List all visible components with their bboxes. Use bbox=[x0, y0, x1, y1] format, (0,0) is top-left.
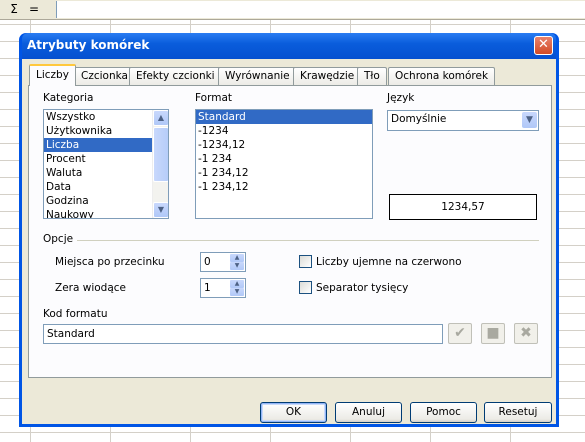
tab-panel-liczby: Kategoria Wszystko Użytkownika Liczba Pr… bbox=[28, 85, 552, 378]
thousands-separator-label: Separator tysięcy bbox=[316, 282, 409, 294]
dialog-title: Atrybuty komórek bbox=[27, 38, 150, 52]
tab-krawedzie[interactable]: Krawędzie bbox=[293, 67, 362, 85]
format-label: Format bbox=[195, 92, 233, 104]
category-label: Kategoria bbox=[43, 92, 94, 104]
decimal-places-value: 0 bbox=[204, 256, 211, 268]
decimal-places-label: Miejsca po przecinku bbox=[55, 256, 165, 268]
tab-wyrownanie[interactable]: Wyrównanie bbox=[218, 67, 297, 85]
list-item[interactable]: Standard bbox=[196, 110, 372, 124]
equals-button[interactable]: = bbox=[24, 1, 44, 18]
thousands-separator-checkbox[interactable] bbox=[299, 281, 312, 294]
reset-button[interactable]: Resetuj bbox=[484, 402, 552, 423]
close-button[interactable]: ✕ bbox=[534, 36, 553, 55]
leading-zeros-label: Zera wiodące bbox=[55, 282, 127, 294]
format-preview: 1234,57 bbox=[389, 194, 537, 220]
dialog-titlebar[interactable]: Atrybuty komórek ✕ bbox=[22, 33, 556, 59]
options-label: Opcje bbox=[43, 233, 74, 245]
list-item[interactable]: Data bbox=[44, 180, 168, 194]
category-scrollbar[interactable]: ▲ ▼ bbox=[152, 110, 168, 218]
spin-down-icon[interactable]: ▼ bbox=[230, 288, 244, 296]
list-item[interactable]: Naukowy bbox=[44, 208, 168, 218]
list-item[interactable]: Godzina bbox=[44, 194, 168, 208]
list-item[interactable]: -1234 bbox=[196, 124, 372, 138]
help-button[interactable]: Pomoc bbox=[410, 402, 477, 423]
list-item[interactable]: Procent bbox=[44, 152, 168, 166]
list-item[interactable]: -1 234 bbox=[196, 152, 372, 166]
spin-up-icon[interactable]: ▲ bbox=[230, 254, 244, 262]
negative-red-label: Liczby ujemne na czerwono bbox=[316, 256, 462, 268]
scroll-up-icon[interactable]: ▲ bbox=[153, 110, 168, 126]
language-select[interactable]: Domyślnie ▼ bbox=[387, 110, 539, 131]
comment-icon[interactable]: ■ bbox=[481, 323, 505, 344]
format-code-label: Kod formatu bbox=[43, 308, 108, 320]
leading-zeros-value: 1 bbox=[204, 282, 211, 294]
language-value: Domyślnie bbox=[391, 113, 447, 125]
list-item[interactable]: -1234,12 bbox=[196, 138, 372, 152]
decimal-places-stepper[interactable]: 0 ▲ ▼ bbox=[200, 252, 246, 272]
options-separator bbox=[77, 240, 539, 241]
spin-down-icon[interactable]: ▼ bbox=[230, 262, 244, 270]
formula-bar: Σ = bbox=[0, 0, 585, 20]
scroll-down-icon[interactable]: ▼ bbox=[153, 202, 168, 218]
list-item[interactable]: Liczba bbox=[44, 138, 168, 152]
list-item[interactable]: Wszystko bbox=[44, 110, 168, 124]
tab-liczby[interactable]: Liczby bbox=[29, 64, 76, 86]
list-item[interactable]: -1 234,12 bbox=[196, 180, 372, 194]
close-icon: ✕ bbox=[538, 37, 549, 52]
list-item[interactable]: -1 234,12 bbox=[196, 166, 372, 180]
format-listbox[interactable]: Standard -1234 -1234,12 -1 234 -1 234,12… bbox=[195, 109, 373, 219]
negative-red-checkbox[interactable] bbox=[299, 255, 312, 268]
tab-czcionka[interactable]: Czcionka bbox=[74, 67, 135, 85]
ok-button[interactable]: OK bbox=[260, 402, 327, 423]
chevron-down-icon[interactable]: ▼ bbox=[522, 112, 537, 128]
dialog-client: Liczby Czcionka Efekty czcionki Wyrównan… bbox=[22, 59, 556, 424]
tab-ochrona-komorek[interactable]: Ochrona komórek bbox=[388, 67, 496, 85]
sum-button[interactable]: Σ bbox=[4, 1, 24, 18]
scroll-thumb[interactable] bbox=[153, 127, 168, 182]
delete-icon[interactable]: ✖ bbox=[514, 323, 538, 344]
format-code-input[interactable]: Standard bbox=[43, 324, 443, 344]
cell-attributes-dialog: Atrybuty komórek ✕ Liczby Czcionka Efekt… bbox=[19, 33, 559, 427]
language-label: Język bbox=[387, 92, 415, 104]
check-icon[interactable]: ✔ bbox=[448, 323, 472, 344]
leading-zeros-stepper[interactable]: 1 ▲ ▼ bbox=[200, 278, 246, 298]
list-item[interactable]: Waluta bbox=[44, 166, 168, 180]
category-listbox[interactable]: Wszystko Użytkownika Liczba Procent Walu… bbox=[43, 109, 169, 219]
tab-efekty-czcionki[interactable]: Efekty czcionki bbox=[129, 67, 222, 85]
tab-tlo[interactable]: Tło bbox=[357, 67, 387, 85]
cancel-button[interactable]: Anuluj bbox=[335, 402, 402, 423]
formula-input[interactable] bbox=[56, 1, 585, 18]
list-item[interactable]: Użytkownika bbox=[44, 124, 168, 138]
spin-up-icon[interactable]: ▲ bbox=[230, 280, 244, 288]
